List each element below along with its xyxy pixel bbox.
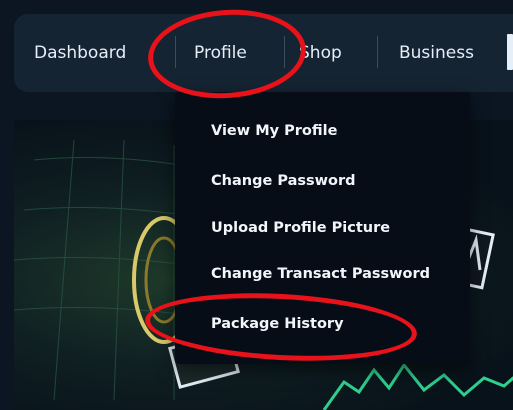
menu-item-change-password[interactable]: Change Password bbox=[211, 173, 356, 189]
nav-divider bbox=[284, 36, 285, 68]
nav-divider bbox=[377, 36, 378, 68]
menu-item-change-transact-password[interactable]: Change Transact Password bbox=[211, 266, 430, 282]
nav-dashboard[interactable]: Dashboard bbox=[34, 43, 126, 63]
menu-item-view-my-profile[interactable]: View My Profile bbox=[211, 123, 337, 139]
nav-business[interactable]: Business bbox=[399, 43, 474, 63]
nav-divider bbox=[175, 36, 176, 68]
nav-profile[interactable]: Profile bbox=[194, 43, 247, 63]
nav-overflow-indicator bbox=[507, 34, 513, 70]
menu-item-package-history[interactable]: Package History bbox=[211, 316, 344, 332]
chart-icon bbox=[322, 362, 513, 410]
menu-item-upload-profile-picture[interactable]: Upload Profile Picture bbox=[211, 220, 390, 236]
nav-shop[interactable]: Shop bbox=[299, 43, 342, 63]
